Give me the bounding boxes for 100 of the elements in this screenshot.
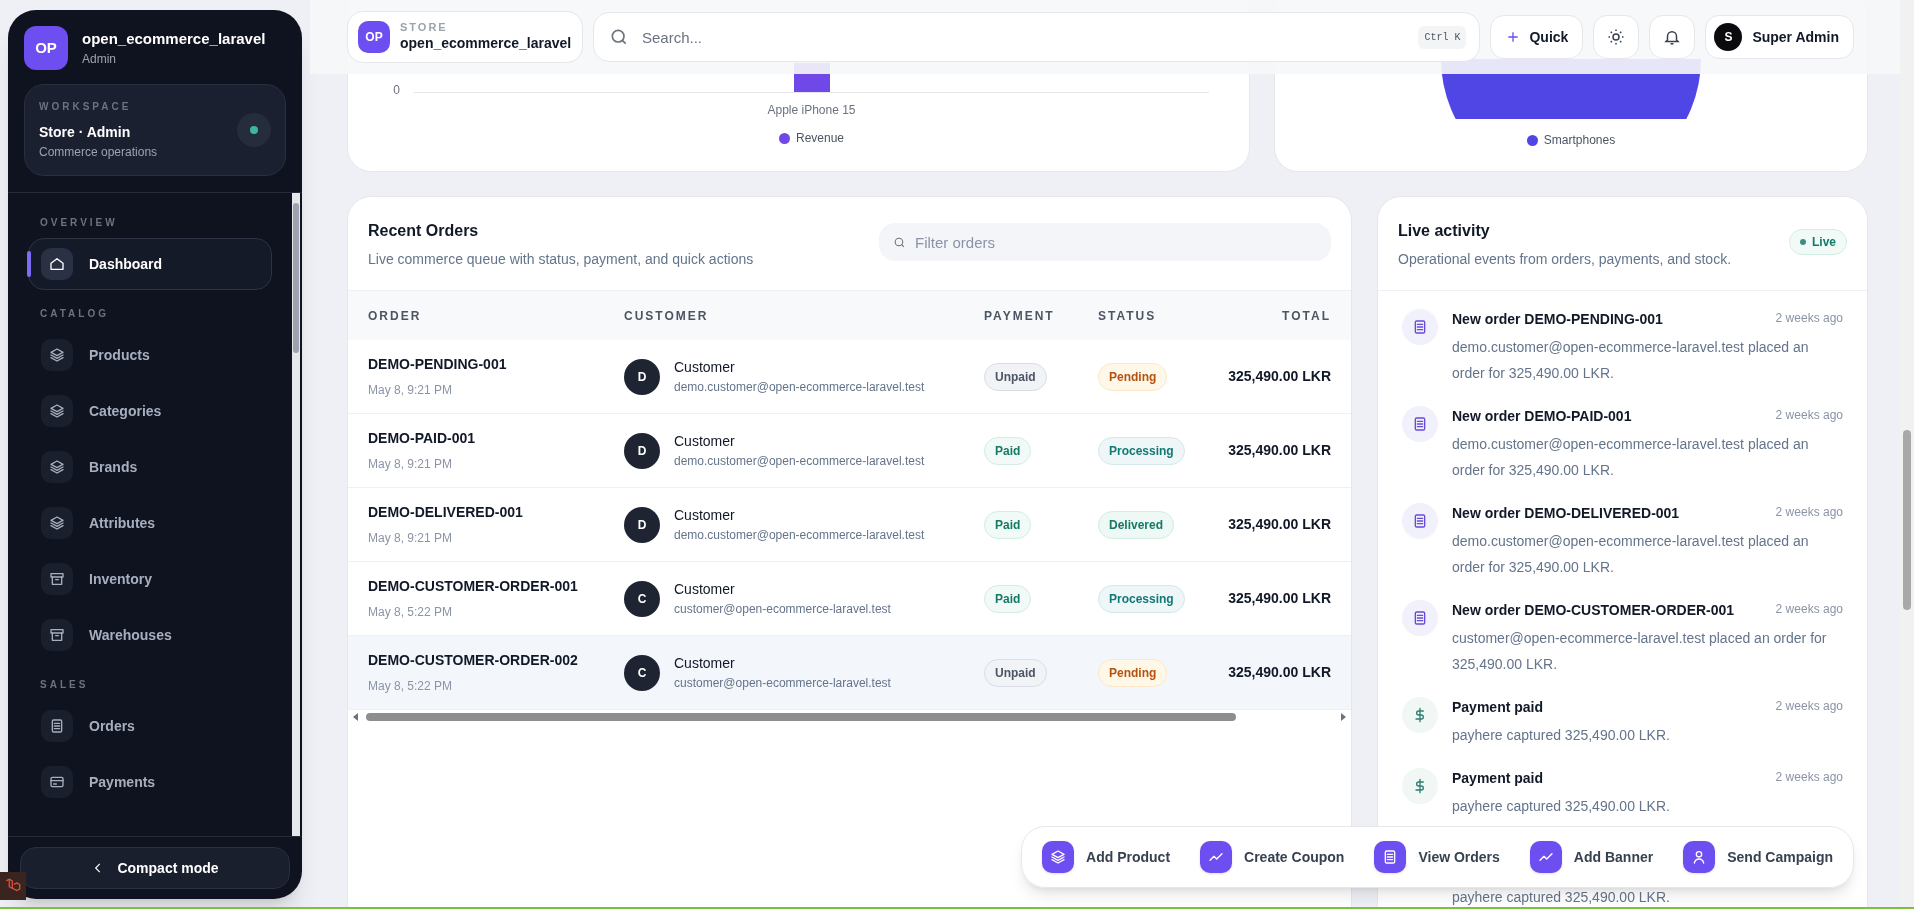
status-badge: Delivered: [1098, 510, 1175, 539]
customer-email: customer@open-ecommerce-laravel.test: [674, 675, 891, 692]
customer-avatar: D: [624, 358, 660, 395]
customer-email: demo.customer@open-ecommerce-laravel.test: [674, 527, 925, 544]
section-heading: CATALOG: [39, 307, 110, 321]
document-icon: [49, 718, 65, 734]
quick-action-button[interactable]: Create Coupon: [1200, 841, 1345, 873]
order-number: DEMO-PENDING-001: [368, 355, 508, 374]
layers-icon: [1050, 849, 1067, 865]
document-icon: [1412, 610, 1428, 626]
nav-item[interactable]: Categories: [28, 385, 272, 437]
live-badge: Live: [1789, 229, 1847, 255]
activity-time: 2 weeks ago: [1775, 310, 1843, 327]
nav-item[interactable]: Payments: [28, 756, 272, 808]
card-icon: [49, 774, 65, 790]
workspace-label: WORKSPACE: [39, 100, 133, 114]
notifications-button[interactable]: [1649, 15, 1696, 59]
customer-name: Customer: [674, 358, 736, 377]
activity-time: 2 weeks ago: [1775, 698, 1843, 715]
scroll-right-icon[interactable]: [1339, 713, 1347, 721]
search-icon: [609, 27, 629, 47]
document-icon: [1412, 416, 1428, 432]
nav-item[interactable]: Dashboard: [28, 238, 272, 290]
column-header: ORDER: [368, 307, 423, 325]
quick-action-button[interactable]: View Orders: [1374, 841, 1500, 873]
customer-email: demo.customer@open-ecommerce-laravel.test: [674, 453, 925, 470]
customer-name: Customer: [674, 506, 736, 525]
order-number: DEMO-CUSTOMER-ORDER-002: [368, 651, 579, 670]
payment-badge: Paid: [984, 436, 1032, 465]
section-heading: OVERVIEW: [39, 216, 119, 230]
status-badge: Processing: [1098, 584, 1185, 613]
payment-badge: Unpaid: [984, 362, 1047, 391]
order-number: DEMO-CUSTOMER-ORDER-001: [368, 577, 579, 596]
store-switcher[interactable]: OP STORE open_ecommerce_laravel: [347, 11, 583, 63]
theme-toggle-button[interactable]: [1593, 15, 1640, 59]
home-icon: [49, 256, 65, 272]
nav-item[interactable]: Inventory: [28, 553, 272, 605]
card-subtitle: Operational events from orders, payments, and stock.: [1398, 250, 1733, 269]
search-icon: [893, 236, 906, 249]
order-total: 325,490.00 LKR: [1228, 515, 1331, 534]
order-total: 325,490.00 LKR: [1228, 441, 1331, 460]
compact-mode-button[interactable]: Compact mode: [20, 847, 290, 889]
status-badge: Pending: [1098, 362, 1168, 391]
nav-item[interactable]: Warehouses: [28, 609, 272, 661]
user-menu-button[interactable]: S Super Admin: [1705, 15, 1854, 59]
activity-description: payhere captured 325,490.00 LKR.: [1452, 726, 1671, 745]
order-total: 325,490.00 LKR: [1228, 663, 1331, 682]
activity-description: demo.customer@open-ecommerce-laravel.test placed an order for 325,490.00 LKR.: [1452, 338, 1810, 383]
activity-description: demo.customer@open-ecommerce-laravel.test placed an order for 325,490.00 LKR.: [1452, 532, 1810, 577]
status-indicator: [237, 113, 271, 147]
layers-icon: [49, 515, 65, 531]
customer-name: Customer: [674, 580, 736, 599]
nav-item[interactable]: Brands: [28, 441, 272, 493]
activity-title: Payment paid: [1452, 698, 1544, 717]
layers-icon: [49, 347, 65, 363]
box-icon: [49, 571, 65, 587]
nav-item[interactable]: Attributes: [28, 497, 272, 549]
activity-time: 2 weeks ago: [1775, 407, 1843, 424]
column-header: TOTAL: [1282, 307, 1331, 325]
activity-description: customer@open-ecommerce-laravel.test placed an order for 325,490.00 LKR.: [1452, 629, 1828, 674]
quick-action-button[interactable]: Add Banner: [1529, 841, 1654, 873]
customer-email: customer@open-ecommerce-laravel.test: [674, 601, 891, 618]
customer-avatar: C: [624, 580, 660, 617]
bell-icon: [1663, 28, 1682, 46]
card-title: Recent Orders: [368, 221, 480, 241]
column-header: CUSTOMER: [624, 307, 710, 325]
customer-avatar: C: [624, 654, 660, 691]
quick-action-button[interactable]: Send Campaign: [1683, 841, 1833, 873]
scrollbar[interactable]: [292, 193, 300, 836]
payment-badge: Unpaid: [984, 658, 1047, 687]
order-date: May 8, 9:21 PM: [368, 530, 454, 547]
quick-button[interactable]: Quick: [1490, 15, 1584, 59]
activity-title: Payment paid: [1452, 769, 1544, 788]
workspace-title: Store · Admin: [39, 123, 132, 142]
activity-title: New order DEMO-DELIVERED-001: [1452, 504, 1680, 523]
shortcut-key: Ctrl K: [1418, 26, 1467, 49]
activity-description: demo.customer@open-ecommerce-laravel.test placed an order for 325,490.00 LKR.: [1452, 435, 1810, 480]
layers-icon: [49, 403, 65, 419]
scroll-left-icon[interactable]: [352, 713, 360, 721]
status-badge: Pending: [1098, 658, 1168, 687]
activity-title: New order DEMO-PENDING-001: [1452, 310, 1663, 329]
order-row[interactable]: DEMO-CUSTOMER-ORDER-002 May 8, 5:22 PM C Customer customer@open-ecommerce-laravel.test Unpaid Pending 325,490.00 LKR: [348, 636, 1351, 710]
box-icon: [49, 627, 65, 643]
legend-label: Smartphones: [1543, 132, 1616, 149]
nav-item[interactable]: Products: [28, 329, 272, 381]
filter-field[interactable]: Filter orders: [879, 223, 1331, 261]
document-icon: [1412, 513, 1428, 529]
order-date: May 8, 5:22 PM: [368, 604, 454, 621]
column-header: PAYMENT: [984, 307, 1056, 325]
customer-name: Customer: [674, 432, 736, 451]
nav-item[interactable]: Orders: [28, 700, 272, 752]
activity-title: New order DEMO-PAID-001: [1452, 407, 1632, 426]
activity-description: payhere captured 325,490.00 LKR.: [1452, 797, 1671, 816]
debug-logo[interactable]: [0, 872, 26, 900]
page-scrollbar[interactable]: [1900, 0, 1914, 909]
sun-icon: [1607, 28, 1626, 46]
quick-action-button[interactable]: Add Product: [1042, 841, 1171, 873]
customer-email: demo.customer@open-ecommerce-laravel.test: [674, 379, 925, 396]
axis-tick: 0: [392, 82, 400, 99]
category-label: Apple iPhone 15: [767, 102, 856, 119]
